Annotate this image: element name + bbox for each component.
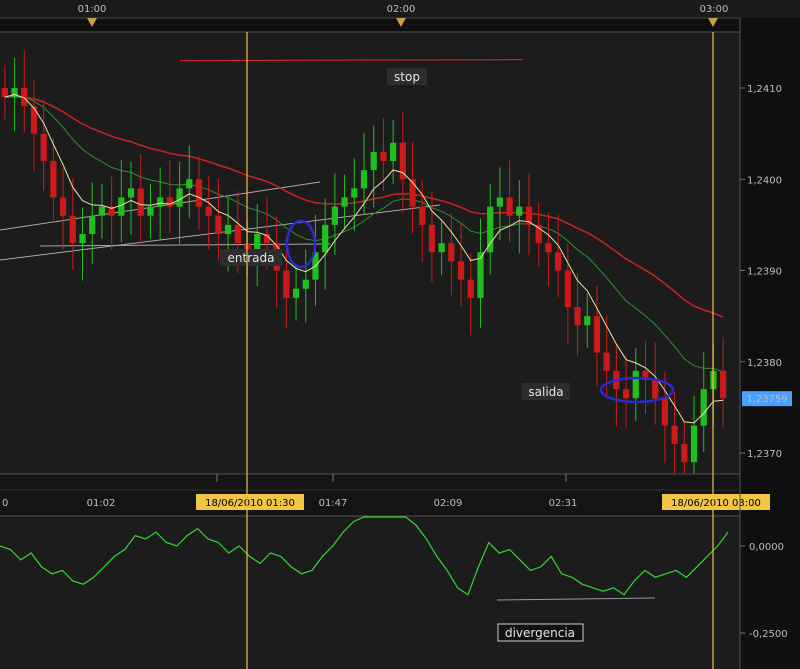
- bottom-date-label-end: 18/06/2010 03:00: [671, 498, 761, 509]
- candle-body[interactable]: [652, 380, 659, 399]
- bottom-date-label-start: 18/06/2010 01:30: [205, 498, 295, 509]
- candle-body[interactable]: [457, 261, 465, 280]
- candle-body[interactable]: [360, 170, 368, 189]
- top-time-label-3: 03:00: [700, 4, 729, 15]
- candle-body[interactable]: [690, 425, 698, 463]
- candle-body[interactable]: [147, 206, 154, 216]
- candle-body[interactable]: [225, 224, 232, 234]
- price-axis-label: 1,2380: [747, 358, 782, 369]
- candle-body[interactable]: [137, 188, 144, 216]
- candle-body[interactable]: [331, 206, 338, 225]
- annotation-stop: stop: [387, 68, 427, 85]
- candle-body[interactable]: [720, 370, 727, 399]
- candle-body[interactable]: [467, 279, 474, 298]
- svg-text:divergencia: divergencia: [505, 626, 575, 640]
- candle-body[interactable]: [419, 206, 426, 225]
- price-axis-label: 1,2370: [747, 449, 782, 460]
- annotation-entrada: entrada: [220, 249, 282, 266]
- candle-body[interactable]: [341, 197, 348, 207]
- candle-body[interactable]: [1, 88, 8, 98]
- candle-body[interactable]: [195, 179, 203, 207]
- candle-body[interactable]: [98, 206, 106, 216]
- svg-text:salida: salida: [528, 385, 563, 399]
- candle-body[interactable]: [448, 243, 455, 262]
- candle-body[interactable]: [186, 179, 193, 189]
- last-price-label: 1,23759: [746, 394, 787, 405]
- bottom-time-label: 01:02: [87, 498, 116, 509]
- top-time-label-1: 01:00: [78, 4, 107, 15]
- candle-body[interactable]: [399, 142, 406, 180]
- candle-body[interactable]: [59, 197, 67, 216]
- candle-body[interactable]: [428, 224, 436, 253]
- candle-body[interactable]: [215, 215, 222, 234]
- oscillator-axis-label: 0,0000: [749, 542, 784, 553]
- candle-body[interactable]: [564, 270, 571, 308]
- candle-body[interactable]: [671, 425, 678, 444]
- time-marker-triangle[interactable]: [87, 18, 97, 27]
- oscillator-pane: [0, 516, 740, 669]
- time-marker-triangle[interactable]: [396, 18, 406, 27]
- candle-body[interactable]: [681, 443, 688, 463]
- candle-body[interactable]: [118, 197, 125, 216]
- price-pane: [0, 32, 740, 474]
- svg-text:entrada: entrada: [228, 251, 275, 265]
- candle-body[interactable]: [700, 389, 707, 426]
- bottom-time-label: 02:31: [549, 498, 578, 509]
- candle-body[interactable]: [593, 316, 601, 353]
- price-axis-label: 1,2390: [747, 267, 782, 278]
- candle-body[interactable]: [351, 188, 358, 198]
- candle-body[interactable]: [40, 133, 47, 161]
- candle-body[interactable]: [205, 206, 212, 216]
- candle-body[interactable]: [50, 161, 57, 198]
- candle-body[interactable]: [157, 197, 164, 207]
- candle-body[interactable]: [322, 224, 329, 253]
- candle-body[interactable]: [661, 398, 669, 426]
- bottom-time-label: 0: [2, 498, 8, 509]
- price-axis-label: 1,2410: [747, 84, 782, 95]
- candle-body[interactable]: [487, 206, 494, 253]
- annotation-divergencia: divergencia: [497, 623, 584, 642]
- candle-body[interactable]: [234, 224, 241, 244]
- candle-body[interactable]: [545, 243, 552, 253]
- oscillator-axis: 0,0000 -0,2500: [740, 542, 788, 640]
- candle-body[interactable]: [69, 215, 76, 244]
- candle-body[interactable]: [89, 215, 96, 234]
- candle-body[interactable]: [506, 197, 513, 216]
- bottom-time-label: 01:47: [319, 498, 348, 509]
- candle-body[interactable]: [283, 270, 290, 298]
- bottom-time-axis: [0, 474, 740, 516]
- candle-body[interactable]: [292, 288, 300, 298]
- annotation-salida: salida: [522, 383, 570, 400]
- svg-text:stop: stop: [394, 70, 420, 84]
- top-time-label-2: 02:00: [387, 4, 416, 15]
- bottom-time-label: 02:09: [434, 498, 463, 509]
- time-marker-triangle[interactable]: [708, 18, 718, 27]
- candle-body[interactable]: [409, 179, 416, 207]
- candle-body[interactable]: [632, 370, 639, 399]
- candle-body[interactable]: [622, 389, 630, 399]
- candle-body[interactable]: [438, 243, 445, 253]
- candle-body[interactable]: [574, 307, 581, 326]
- candle-body[interactable]: [603, 352, 610, 371]
- candle-body[interactable]: [30, 106, 38, 134]
- trading-chart: 01:00 02:00 03:00 1,2410 1,2400 1,2390 1,23…: [0, 0, 800, 669]
- candle-body[interactable]: [166, 197, 173, 207]
- candle-body[interactable]: [516, 206, 523, 216]
- candle-body[interactable]: [584, 316, 591, 326]
- candle-body[interactable]: [380, 151, 387, 161]
- candle-body[interactable]: [176, 188, 183, 207]
- candle-body[interactable]: [127, 188, 135, 198]
- candle-body[interactable]: [390, 142, 397, 161]
- price-axis-label: 1,2400: [747, 175, 782, 186]
- candle-body[interactable]: [555, 252, 562, 271]
- candle-body[interactable]: [79, 234, 86, 244]
- candle-body[interactable]: [370, 151, 377, 171]
- candle-body[interactable]: [302, 279, 309, 289]
- oscillator-axis-label: -0,2500: [749, 629, 788, 640]
- candle-body[interactable]: [496, 197, 503, 207]
